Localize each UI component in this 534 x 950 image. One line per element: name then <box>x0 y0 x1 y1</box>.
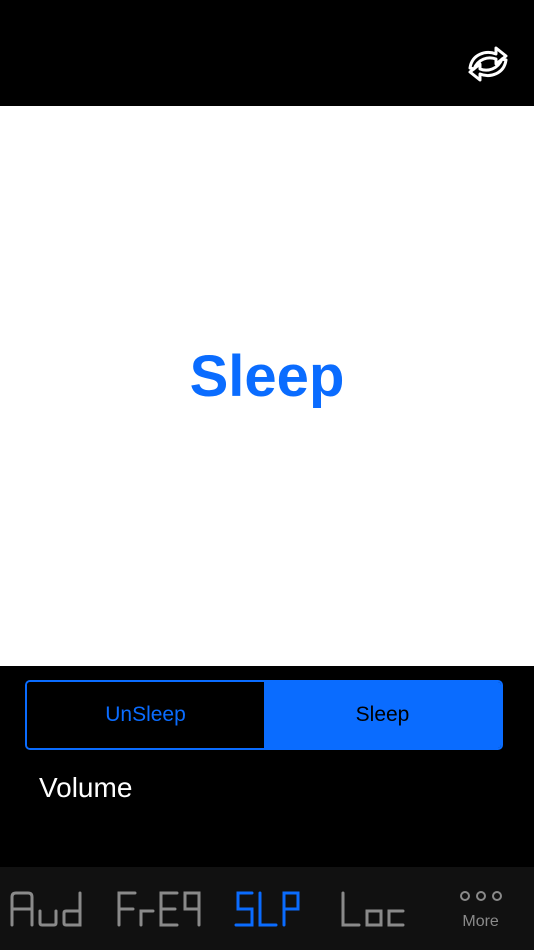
status-title: Sleep <box>189 343 345 409</box>
volume-label: Volume <box>39 772 133 803</box>
tab-aud[interactable] <box>0 867 107 950</box>
seven-segment-aud-icon <box>10 891 82 926</box>
tab-loc[interactable] <box>320 867 427 950</box>
sync-button[interactable] <box>464 40 512 88</box>
seven-segment-slp-icon <box>234 891 300 926</box>
seven-segment-loc-icon <box>341 891 405 926</box>
status-panel: Sleep <box>0 106 534 666</box>
tab-bar: More <box>0 867 534 950</box>
unsleep-segment[interactable]: UnSleep <box>27 682 264 748</box>
sleep-segmented-control: UnSleep Sleep <box>25 680 503 750</box>
sync-arrows-icon <box>468 46 508 82</box>
sleep-segment[interactable]: Sleep <box>264 682 501 748</box>
top-bar <box>0 0 534 106</box>
tab-slp[interactable] <box>214 867 321 950</box>
tab-freq[interactable] <box>107 867 214 950</box>
seven-segment-freq-icon <box>117 891 201 926</box>
more-label: More <box>462 912 499 930</box>
more-dots-icon <box>459 890 502 901</box>
tab-more[interactable]: More <box>427 867 534 950</box>
